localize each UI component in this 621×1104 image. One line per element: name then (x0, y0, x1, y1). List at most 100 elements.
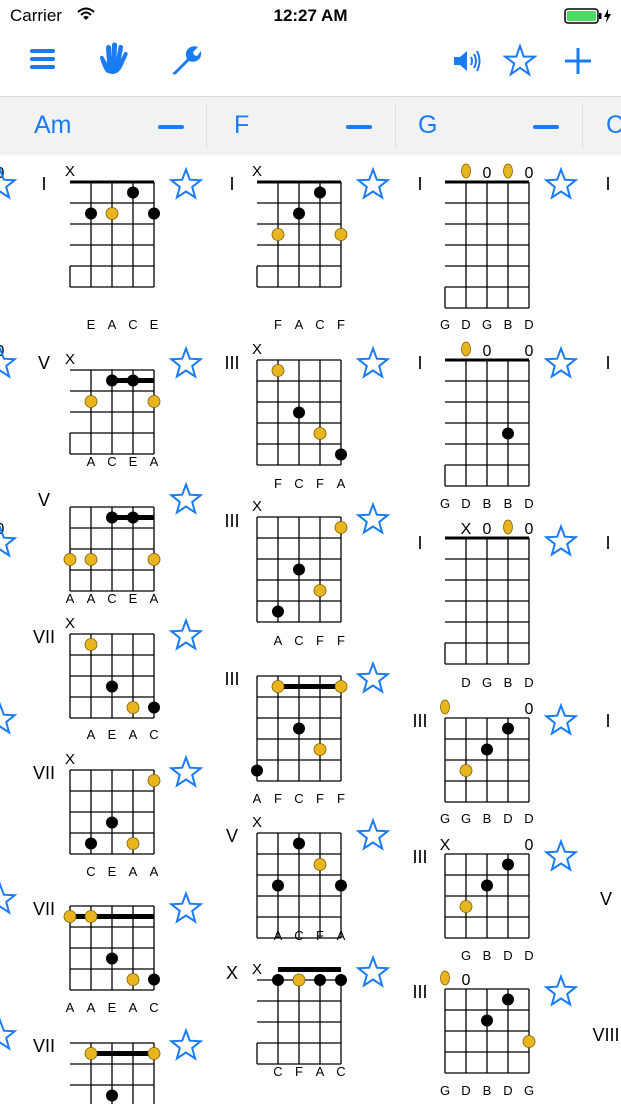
star-icon[interactable] (0, 345, 18, 379)
position-label: VIII (592, 1025, 619, 1045)
chord-diagram: I000GDGBD (0, 163, 534, 332)
position-label: III (224, 669, 239, 689)
position-label: I (417, 533, 422, 553)
finger-dot (106, 1089, 118, 1102)
finger-dot (481, 743, 493, 756)
star-icon[interactable] (543, 523, 579, 557)
finger-dot (335, 448, 347, 461)
star-icon[interactable] (355, 954, 391, 988)
star-icon[interactable] (355, 501, 391, 535)
open-string-marker: 0 (525, 165, 534, 182)
string-name: A (150, 454, 159, 469)
finger-dot (502, 858, 514, 871)
root-dot (271, 364, 285, 377)
root-dot (147, 395, 161, 408)
star-icon[interactable] (168, 166, 204, 200)
star-icon[interactable] (355, 660, 391, 694)
string-name: A (337, 476, 346, 491)
string-name: A (253, 791, 262, 806)
open-root-marker (461, 163, 471, 179)
string-name: F (295, 1064, 303, 1079)
position-label: I (605, 533, 610, 553)
root-dot (271, 228, 285, 241)
string-name: A (108, 317, 117, 332)
string-name: A (87, 1000, 96, 1015)
position-label: I (605, 174, 610, 194)
finger-dot (127, 374, 139, 387)
position-label: V (226, 826, 238, 846)
position-label: V (600, 889, 612, 909)
string-name: B (504, 496, 513, 511)
string-name: C (107, 591, 116, 606)
star-icon[interactable] (543, 973, 579, 1007)
string-name: F (274, 791, 282, 806)
position-label: I (417, 174, 422, 194)
star-icon[interactable] (543, 345, 579, 379)
chord-diagram: III0G D B D G (412, 970, 536, 1098)
root-dot (84, 638, 98, 651)
finger-dot (502, 427, 514, 440)
string-name: A (129, 864, 138, 879)
string-name: D (461, 1083, 470, 1098)
string-name: D (503, 1083, 512, 1098)
chord-diagram: VA A C E A (38, 490, 161, 606)
string-name: C (107, 454, 116, 469)
star-icon[interactable] (0, 1017, 18, 1051)
star-icon[interactable] (168, 890, 204, 924)
chord-diagram: IX000DGBD (0, 519, 534, 690)
root-dot (271, 680, 285, 693)
string-name: A (295, 317, 304, 332)
finger-dot (148, 973, 160, 986)
mute-marker: X (65, 751, 75, 768)
string-name: F (337, 791, 345, 806)
star-icon[interactable] (168, 754, 204, 788)
position-label: III (412, 711, 427, 731)
root-dot (84, 553, 98, 566)
star-icon[interactable] (0, 166, 18, 200)
star-icon[interactable] (168, 481, 204, 515)
star-icon[interactable] (543, 166, 579, 200)
star-icon[interactable] (543, 838, 579, 872)
star-icon[interactable] (168, 617, 204, 651)
open-string-marker: 0 (525, 521, 534, 538)
string-name: A (87, 454, 96, 469)
string-name: E (150, 317, 159, 332)
string-name: C (149, 727, 158, 742)
star-icon[interactable] (168, 345, 204, 379)
string-name: B (483, 1083, 492, 1098)
finger-dot (148, 207, 160, 220)
star-icon[interactable] (355, 817, 391, 851)
star-icon[interactable] (0, 701, 18, 735)
finger-dot (335, 974, 347, 986)
star-icon[interactable] (0, 524, 18, 558)
star-icon[interactable] (355, 166, 391, 200)
string-name: E (129, 591, 138, 606)
string-name: A (129, 727, 138, 742)
string-name: C (149, 1000, 158, 1015)
position-label: III (224, 353, 239, 373)
string-name: C (128, 317, 137, 332)
position-label: I (229, 174, 234, 194)
position-label: VII (33, 627, 55, 647)
position-label: V (38, 353, 50, 373)
open-root-marker (503, 163, 513, 179)
string-name: D (503, 948, 512, 963)
root-dot (522, 1035, 536, 1048)
finger-dot (481, 1014, 493, 1027)
position-label: X (226, 963, 238, 983)
finger-dot (106, 511, 118, 524)
chord-diagram: IIIXA C F F (224, 498, 348, 648)
string-name: B (483, 811, 492, 826)
position-label: III (412, 982, 427, 1002)
chord-diagram: VIIXC E A A (33, 751, 161, 879)
open-string-marker: 0 (462, 972, 471, 989)
root-dot (334, 680, 348, 693)
star-icon[interactable] (0, 881, 18, 915)
string-name: A (274, 633, 283, 648)
star-icon[interactable] (355, 345, 391, 379)
string-name: A (129, 1000, 138, 1015)
star-icon[interactable] (168, 1027, 204, 1061)
string-name: B (483, 948, 492, 963)
star-icon[interactable] (543, 702, 579, 736)
string-name: E (129, 454, 138, 469)
